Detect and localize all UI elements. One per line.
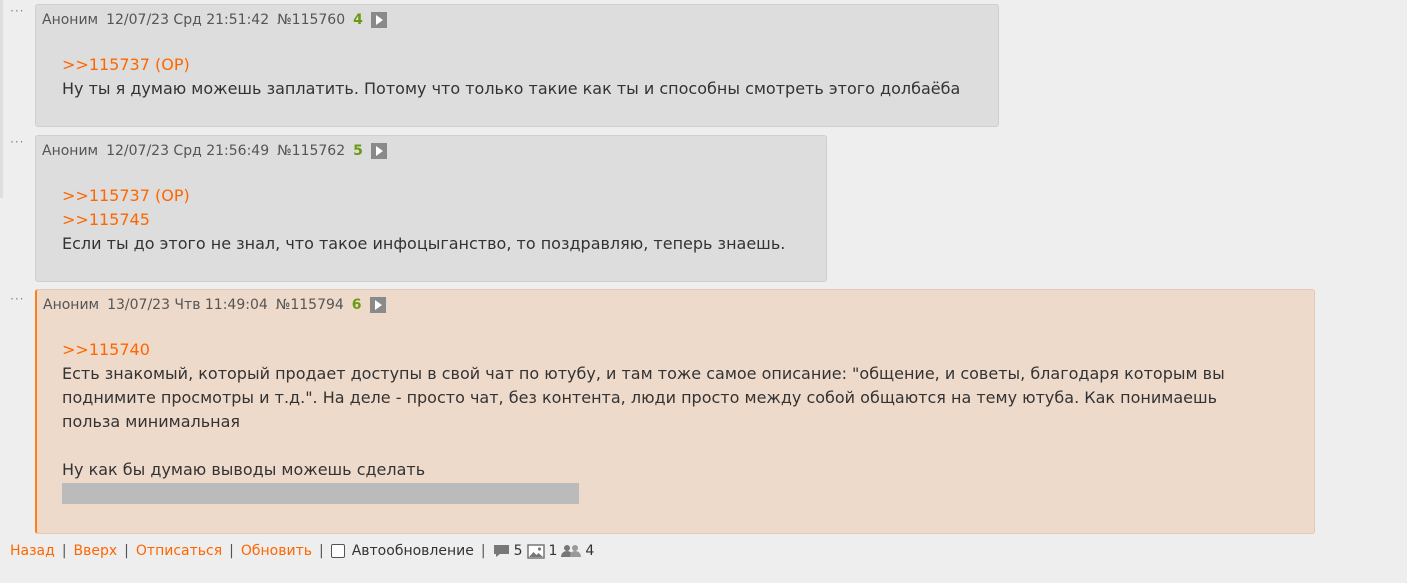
post-body: >>115737 (OP) Ну ты я думаю можешь запла… (62, 53, 960, 101)
post-number[interactable]: №115762 (277, 143, 345, 159)
posters-count: 4 (585, 543, 595, 559)
posts-count: 5 (513, 543, 523, 559)
post-text-line: поднимите просмотры и т.д.". На деле - п… (62, 388, 1218, 407)
posts-stat: 5 (493, 543, 523, 559)
refresh-link[interactable]: Обновить (241, 543, 312, 559)
post-header: Аноним 12/07/23 Срд 21:51:42 №115760 4 (42, 12, 387, 28)
separator: | (124, 543, 129, 559)
post-author: Аноним (43, 297, 100, 313)
reply-link[interactable]: >>115737 (OP) (62, 53, 960, 77)
post-box: Аноним 12/07/23 Срд 21:56:49 №115762 5 >… (35, 135, 827, 282)
post-author: Аноним (42, 143, 99, 159)
post-text-line: Есть знакомый, который продает доступы в… (62, 364, 1225, 383)
post-date: 12/07/23 Срд 21:51:42 (106, 12, 270, 28)
post-index: 5 (353, 143, 363, 159)
back-link[interactable]: Назад (10, 543, 55, 559)
image-icon (526, 543, 545, 559)
thread-footer: Назад | Вверх | Отписаться | Обновить | … (10, 540, 598, 562)
post-box-highlighted: Аноним 13/07/23 Чтв 11:49:04 №115794 6 >… (35, 289, 1315, 534)
post-body: >>115737 (OP) >>115745 Если ты до этого … (62, 184, 785, 256)
post-menu-icon[interactable]: ··· (10, 293, 32, 305)
unsubscribe-link[interactable]: Отписаться (136, 543, 222, 559)
post-header: Аноним 12/07/23 Срд 21:56:49 №115762 5 (42, 143, 387, 159)
play-icon[interactable] (369, 297, 386, 313)
post-author: Аноним (42, 12, 99, 28)
comment-icon (493, 545, 509, 557)
post-number[interactable]: №115760 (277, 12, 345, 28)
post-text-line: Если ты до этого не знал, что такое инфо… (62, 234, 786, 253)
post-body: >>115740 Есть знакомый, который продает … (62, 338, 1225, 504)
post-text-line: Ну как бы думаю выводы можешь сделать (62, 460, 426, 479)
post-index: 4 (353, 12, 363, 28)
reply-link[interactable]: >>115737 (OP) (62, 184, 785, 208)
play-icon[interactable] (370, 12, 387, 28)
posters-stat: 4 (561, 543, 594, 559)
post-header: Аноним 13/07/23 Чтв 11:49:04 №115794 6 (43, 297, 386, 313)
play-icon[interactable] (370, 143, 387, 159)
post-number[interactable]: №115794 (276, 297, 344, 313)
thread-left-rail (0, 0, 3, 198)
post-text-line: польза минимальная (62, 412, 241, 431)
post-date: 12/07/23 Срд 21:56:49 (106, 143, 270, 159)
separator: | (229, 543, 234, 559)
up-link[interactable]: Вверх (74, 543, 118, 559)
separator: | (61, 543, 67, 559)
post-box: Аноним 12/07/23 Срд 21:51:42 №115760 4 >… (35, 4, 999, 127)
users-icon (561, 545, 582, 557)
spoiler-block[interactable] (62, 483, 579, 504)
reply-link[interactable]: >>115745 (62, 208, 785, 232)
autoupdate-checkbox[interactable] (330, 544, 345, 558)
post-text-line: Ну ты я думаю можешь заплатить. Потому ч… (62, 79, 961, 98)
post-menu-icon[interactable]: ··· (10, 5, 32, 17)
post-menu-icon[interactable]: ··· (10, 136, 32, 148)
separator: | (480, 543, 486, 559)
images-count: 1 (548, 543, 558, 559)
autoupdate-label: Автообновление (351, 543, 474, 559)
reply-link[interactable]: >>115740 (62, 338, 1225, 362)
post-index: 6 (351, 297, 362, 313)
images-stat: 1 (526, 543, 558, 559)
post-date: 13/07/23 Чтв 11:49:04 (107, 297, 268, 313)
post-text-line (62, 434, 1225, 458)
separator: | (318, 543, 324, 559)
